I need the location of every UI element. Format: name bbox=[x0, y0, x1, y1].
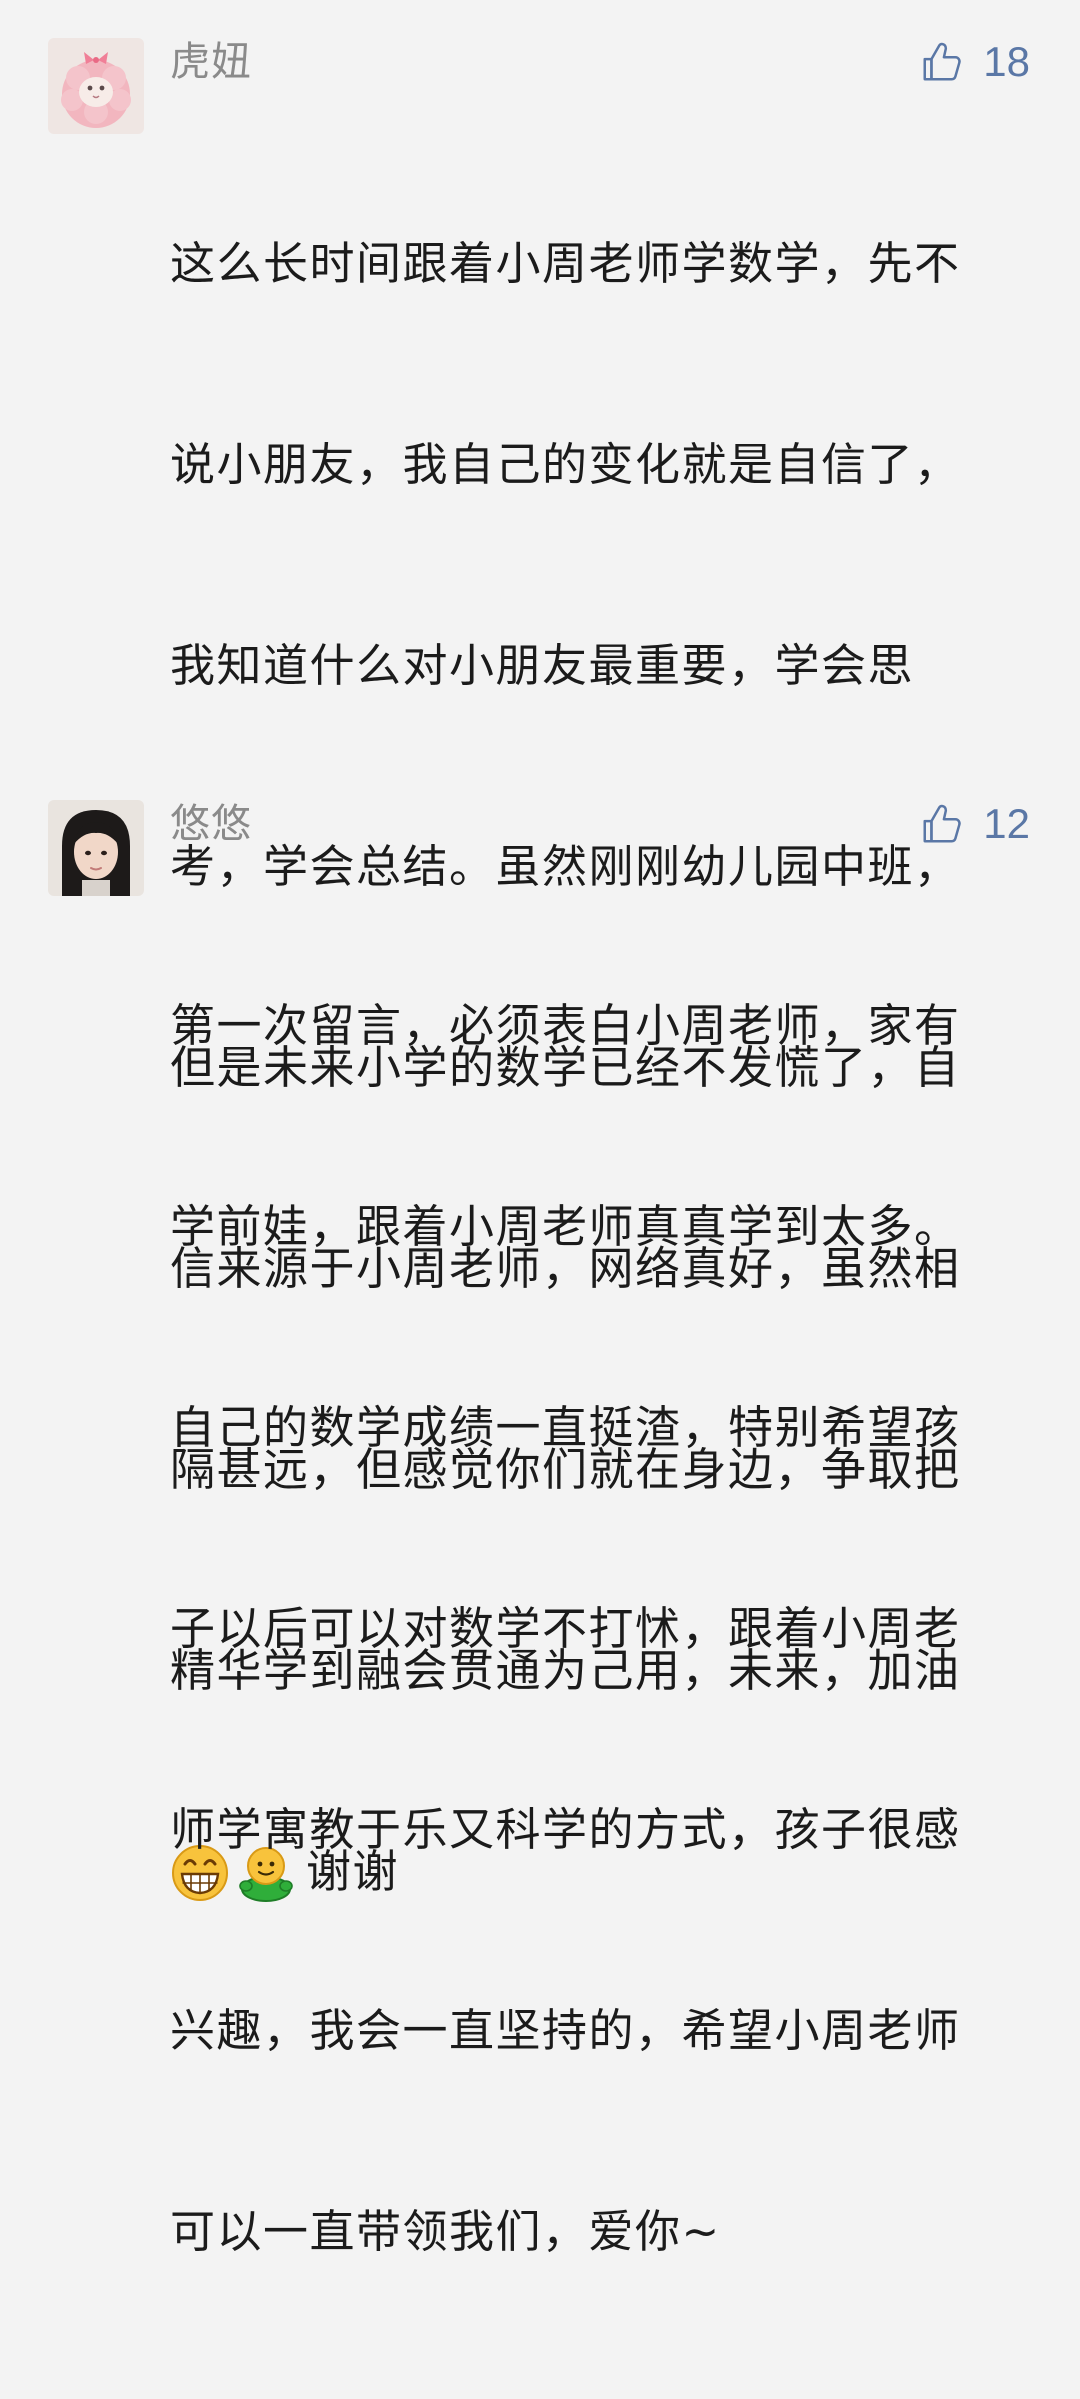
nickname: 虎妞 bbox=[170, 39, 252, 85]
avatar[interactable] bbox=[48, 38, 144, 134]
comment-line: 这么长时间跟着小周老师学数学，先不 bbox=[170, 237, 961, 290]
comment-text: 第一次留言，必须表白小周老师，家有 学前娃，跟着小周老师真真学到太多。 自己的数… bbox=[170, 858, 1020, 2399]
like-count: 18 bbox=[983, 38, 1030, 85]
thumbs-up-icon bbox=[919, 39, 965, 85]
pink-cat-avatar-icon bbox=[48, 38, 144, 134]
like-count: 12 bbox=[983, 800, 1030, 847]
comment-line: 兴趣，我会一直坚持的，希望小周老师 bbox=[170, 2004, 961, 2057]
comment-line: 说小朋友，我自己的变化就是自信了， bbox=[170, 438, 961, 491]
like-button[interactable]: 18 bbox=[919, 38, 1030, 86]
girl-photo-avatar-icon bbox=[48, 800, 144, 896]
comment-line: 我知道什么对小朋友最重要，学会思 bbox=[170, 639, 915, 692]
comment-line: 师学寓教于乐又科学的方式，孩子很感 bbox=[170, 1803, 961, 1856]
comment-line: 自己的数学成绩一直挺渣，特别希望孩 bbox=[170, 1401, 961, 1454]
comment-line: 子以后可以对数学不打怵，跟着小周老 bbox=[170, 1602, 961, 1655]
comment-line: 第一次留言，必须表白小周老师，家有 bbox=[170, 999, 961, 1052]
avatar[interactable] bbox=[48, 800, 144, 896]
nickname: 悠悠 bbox=[170, 801, 252, 847]
comment-line: 学前娃，跟着小周老师真真学到太多。 bbox=[170, 1200, 961, 1253]
like-button[interactable]: 12 bbox=[919, 800, 1030, 848]
comment-line: 可以一直带领我们，爱你~ bbox=[170, 2205, 721, 2258]
thumbs-up-icon bbox=[919, 801, 965, 847]
